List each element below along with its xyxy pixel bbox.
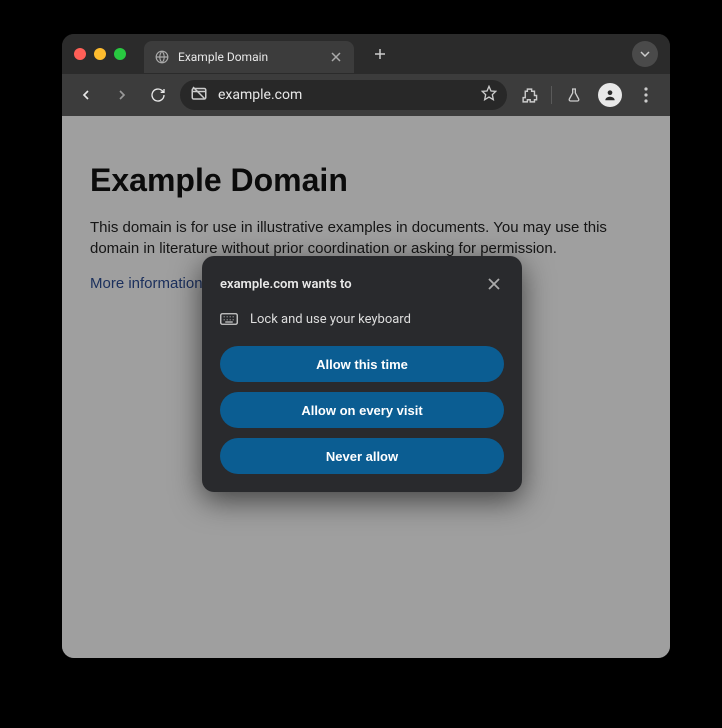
- labs-flask-icon[interactable]: [560, 81, 588, 109]
- titlebar: Example Domain: [62, 34, 670, 74]
- profile-button[interactable]: [596, 81, 624, 109]
- bookmark-star-icon[interactable]: [481, 85, 497, 105]
- tab-title: Example Domain: [178, 50, 320, 64]
- new-tab-button[interactable]: [366, 40, 394, 68]
- tab-close-button[interactable]: [328, 49, 344, 65]
- window-maximize-button[interactable]: [114, 48, 126, 60]
- permission-request-row: Lock and use your keyboard: [220, 310, 504, 328]
- browser-tab[interactable]: Example Domain: [144, 41, 354, 73]
- globe-icon: [154, 49, 170, 65]
- permission-title: example.com wants to: [220, 277, 352, 292]
- permission-dialog: example.com wants to Lock and use your k…: [202, 256, 522, 492]
- window-minimize-button[interactable]: [94, 48, 106, 60]
- reload-button[interactable]: [144, 81, 172, 109]
- window-close-button[interactable]: [74, 48, 86, 60]
- traffic-lights: [74, 48, 126, 60]
- toolbar: example.com: [62, 74, 670, 116]
- forward-button[interactable]: [108, 81, 136, 109]
- toolbar-separator: [551, 86, 552, 104]
- close-icon[interactable]: [484, 274, 504, 294]
- content-area: Example Domain This domain is for use in…: [62, 116, 670, 658]
- menu-dots-icon[interactable]: [632, 81, 660, 109]
- address-bar[interactable]: example.com: [180, 80, 507, 110]
- permission-request-text: Lock and use your keyboard: [250, 312, 411, 327]
- allow-every-visit-button[interactable]: Allow on every visit: [220, 392, 504, 428]
- allow-this-time-button[interactable]: Allow this time: [220, 346, 504, 382]
- back-button[interactable]: [72, 81, 100, 109]
- never-allow-button[interactable]: Never allow: [220, 438, 504, 474]
- url-text: example.com: [218, 87, 471, 103]
- chevron-down-icon[interactable]: [632, 41, 658, 67]
- extensions-icon[interactable]: [515, 81, 543, 109]
- site-info-icon[interactable]: [190, 84, 208, 106]
- keyboard-icon: [220, 310, 238, 328]
- browser-window: Example Domain: [62, 34, 670, 658]
